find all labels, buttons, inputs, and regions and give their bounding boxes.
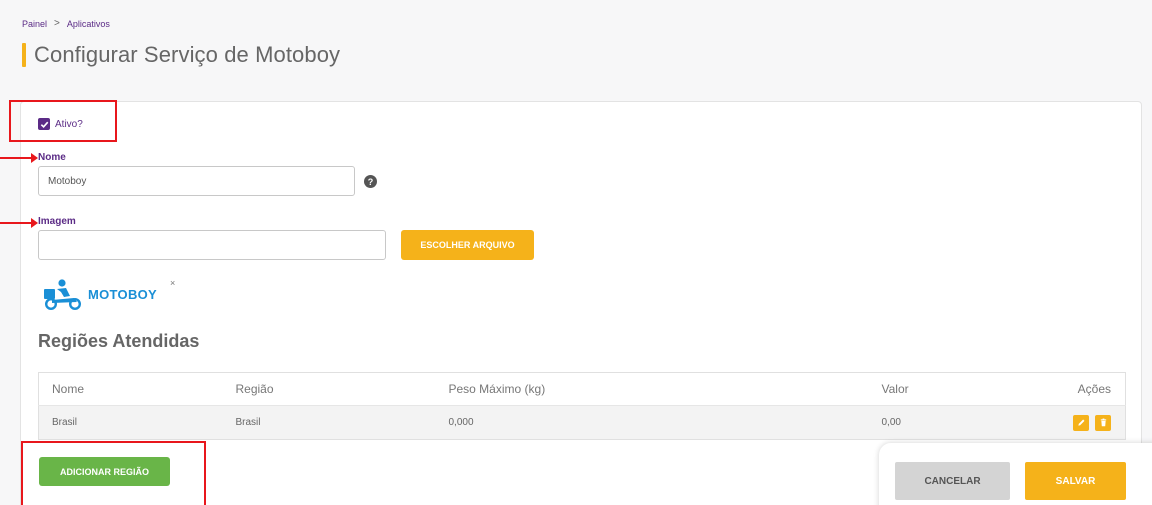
regions-section-title: Regiões Atendidas bbox=[38, 331, 200, 351]
column-header-regiao: Região bbox=[235, 372, 449, 406]
annotation-arrow-name bbox=[0, 153, 38, 163]
name-field-label: Nome bbox=[38, 152, 66, 163]
edit-region-button[interactable] bbox=[1073, 414, 1090, 431]
breadcrumb-current-link[interactable]: Aplicativos bbox=[67, 19, 110, 29]
cell-valor: 0,00 bbox=[881, 405, 1044, 440]
motoboy-logo-text: MOTOBOY bbox=[88, 286, 158, 302]
column-header-nome: Nome bbox=[38, 372, 236, 406]
table-header-row: Nome Região Peso Máximo (kg) Valor Ações bbox=[38, 372, 1126, 406]
trash-icon bbox=[1100, 418, 1106, 427]
choose-file-button[interactable]: ESCOLHER ARQUIVO bbox=[401, 230, 534, 260]
table-row: Brasil Brasil 0,000 0,00 bbox=[38, 405, 1126, 440]
cell-peso: 0,000 bbox=[448, 405, 882, 440]
save-button[interactable]: SALVAR bbox=[1025, 462, 1126, 500]
cell-nome: Brasil bbox=[38, 405, 236, 440]
help-icon[interactable]: ? bbox=[364, 175, 377, 188]
annotation-arrow-image bbox=[0, 218, 38, 228]
page-title: Configurar Serviço de Motoboy bbox=[34, 42, 341, 67]
image-input[interactable] bbox=[38, 230, 386, 260]
breadcrumb-separator: > bbox=[54, 18, 60, 29]
name-input[interactable] bbox=[38, 166, 355, 196]
remove-image-icon[interactable]: × bbox=[170, 278, 175, 288]
cell-acoes bbox=[1043, 405, 1126, 440]
regions-table: Nome Região Peso Máximo (kg) Valor Ações… bbox=[38, 372, 1126, 440]
motoboy-logo-image: MOTOBOY bbox=[42, 278, 157, 310]
annotation-highlight-active bbox=[9, 100, 117, 142]
breadcrumb: Painel > Aplicativos bbox=[22, 18, 110, 29]
cell-regiao: Brasil bbox=[235, 405, 449, 440]
title-accent-bar bbox=[22, 43, 26, 67]
column-header-acoes: Ações bbox=[1043, 372, 1126, 406]
pencil-icon bbox=[1078, 419, 1085, 426]
cancel-button[interactable]: CANCELAR bbox=[895, 462, 1010, 500]
motorcycle-courier-icon bbox=[44, 279, 81, 310]
annotation-highlight-add-region bbox=[21, 441, 206, 505]
column-header-valor: Valor bbox=[881, 372, 1044, 406]
delete-region-button[interactable] bbox=[1095, 414, 1111, 431]
image-field-label: Imagem bbox=[38, 216, 76, 227]
breadcrumb-home-link[interactable]: Painel bbox=[22, 19, 47, 29]
column-header-peso: Peso Máximo (kg) bbox=[448, 372, 882, 406]
